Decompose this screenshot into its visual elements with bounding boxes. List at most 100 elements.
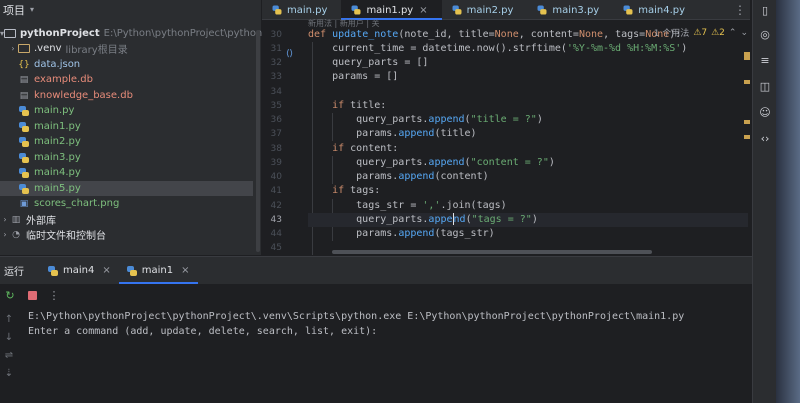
tab-main-py[interactable]: main.py	[262, 0, 341, 20]
tree-item-file[interactable]: main2.py	[0, 134, 253, 149]
python-file-icon	[351, 5, 361, 15]
tree-item-file-selected[interactable]: main5.py	[0, 181, 253, 196]
chevron-right-icon[interactable]: ›	[8, 44, 18, 53]
python-file-icon	[18, 167, 30, 178]
tree-item-file[interactable]: ▤ knowledge_base.db	[0, 88, 253, 103]
tab-main4-py[interactable]: main4.py	[613, 0, 699, 20]
python-file-icon	[48, 265, 58, 276]
run-tab-main4[interactable]: main4 ×	[40, 257, 119, 284]
python-file-icon	[126, 265, 137, 276]
code-area[interactable]: def update_note(note_id, title=None, con…	[308, 20, 748, 255]
tab-main2-py[interactable]: main2.py	[442, 0, 528, 20]
tree-item-root[interactable]: ▾ pythonProject E:\Python\pythonProject\…	[0, 26, 297, 41]
line-number: 30	[270, 30, 282, 40]
tab-label: main1.py	[366, 4, 414, 16]
tree-item-file[interactable]: main3.py	[0, 150, 253, 165]
console-output[interactable]: E:\Python\pythonProject\pythonProject\.v…	[28, 309, 684, 339]
rerun-icon[interactable]: ↻	[4, 289, 16, 302]
python-file-icon	[623, 5, 633, 15]
tree-item-label: knowledge_base.db	[34, 90, 133, 101]
line-number: 39	[270, 158, 282, 168]
notifications-icon[interactable]: ▯	[757, 2, 773, 18]
close-icon[interactable]: ×	[102, 265, 110, 276]
fold-icon[interactable]: ⟨⟩	[286, 49, 293, 59]
tree-item-file[interactable]: main4.py	[0, 165, 253, 180]
tree-item-venv[interactable]: › .venv library根目录	[0, 41, 253, 56]
database-icon[interactable]: ≡	[757, 52, 773, 68]
tree-item-label: .venv	[34, 43, 62, 54]
chevron-right-icon[interactable]: ›	[0, 230, 10, 239]
tree-item-external-libraries[interactable]: › ▥ 外部库	[0, 212, 253, 228]
tab-main3-py[interactable]: main3.py	[527, 0, 613, 20]
python-packages-icon[interactable]: ◫	[757, 78, 773, 94]
chevron-right-icon[interactable]: ›	[0, 215, 10, 224]
code-line: params.append(title)	[308, 128, 477, 139]
ai-assistant-icon[interactable]: ◎	[757, 26, 773, 42]
more-options-icon[interactable]: ⋮	[48, 289, 60, 302]
weak-warning-count[interactable]: ⚠2	[711, 28, 725, 38]
code-line: query_parts.append("content = ?")	[308, 157, 555, 168]
code-line: current_time = datetime.now().strftime('…	[308, 43, 688, 54]
run-tab-label: main4	[63, 265, 95, 276]
code-line: params = []	[308, 71, 399, 82]
code-line: if tags:	[332, 185, 381, 196]
inspections-widget[interactable]: 1 个用法 ⚠7 ⚠2 ⌃ ⌄	[654, 26, 748, 40]
project-tool-window: 项目 ▾ ▾ pythonProject E:\Python\pythonPro…	[0, 0, 297, 255]
editor-horizontal-scrollbar[interactable]	[332, 250, 652, 254]
tree-item-scratches[interactable]: › ◔ 临时文件和控制台	[0, 227, 253, 243]
python-file-icon	[272, 5, 282, 15]
folder-icon	[4, 28, 17, 39]
close-icon[interactable]: ×	[181, 265, 189, 276]
scratch-icon: ◔	[12, 229, 20, 240]
python-file-icon	[18, 152, 30, 163]
line-number: 37	[270, 129, 282, 139]
tree-item-file[interactable]: main.py	[0, 103, 253, 118]
tree-item-label: data.json	[34, 59, 81, 70]
tree-item-file[interactable]: {} data.json	[0, 57, 253, 72]
python-file-icon	[18, 136, 30, 147]
error-stripe-marker[interactable]	[744, 120, 750, 124]
python-file-icon	[537, 5, 547, 15]
error-stripe-marker[interactable]	[744, 80, 750, 84]
line-number: 34	[270, 87, 282, 97]
chevron-down-icon[interactable]: ⌄	[740, 28, 748, 38]
chevron-up-icon[interactable]: ⌃	[729, 28, 737, 38]
more-tabs-icon[interactable]: ⋮	[734, 3, 746, 17]
code-line: query_parts = []	[308, 57, 429, 68]
arrow-down-icon[interactable]: ↓	[3, 331, 15, 343]
chevron-down-icon[interactable]: ▾	[30, 5, 34, 14]
editor-tab-bar: main.py main1.py × main2.py main3.py mai…	[262, 0, 750, 20]
line-number: 45	[270, 243, 282, 253]
tree-item-label: main.py	[34, 105, 75, 116]
line-number: 44	[270, 229, 282, 239]
tree-item-file[interactable]: ▣ scores_chart.png	[0, 196, 253, 211]
folder-icon	[18, 43, 30, 54]
line-number: 33	[270, 72, 282, 82]
scroll-to-end-icon[interactable]: ⇣	[3, 367, 15, 379]
tree-item-file[interactable]: main1.py	[0, 119, 253, 134]
arrow-up-icon[interactable]: ↑	[3, 313, 15, 325]
tree-item-label: main4.py	[34, 167, 81, 178]
code-icon[interactable]: ‹›	[757, 130, 773, 146]
warning-count[interactable]: ⚠7	[693, 28, 707, 38]
json-file-icon: {}	[18, 59, 30, 70]
tab-label: main3.py	[552, 4, 600, 16]
copilot-icon[interactable]: ☺	[757, 104, 773, 120]
tab-main1-py[interactable]: main1.py ×	[341, 0, 442, 20]
console-line: E:\Python\pythonProject\pythonProject\.v…	[28, 311, 685, 322]
tree-item-label: 外部库	[26, 216, 56, 227]
project-header[interactable]: 项目 ▾	[0, 0, 261, 19]
line-number: 32	[270, 58, 282, 68]
run-title: 运行	[4, 267, 24, 278]
soft-wrap-icon[interactable]: ⇌	[3, 349, 15, 361]
close-icon[interactable]: ×	[419, 5, 427, 16]
tree-item-file[interactable]: ▤ example.db	[0, 72, 253, 87]
line-number: 42	[270, 201, 282, 211]
error-stripe-marker[interactable]	[744, 52, 750, 60]
run-side-toolbar: ↑ ↓ ⇌ ⇣	[0, 309, 18, 399]
error-stripe-marker[interactable]	[744, 135, 750, 139]
database-file-icon: ▤	[19, 90, 29, 101]
run-header: 运行 main4 × main1 ×	[0, 257, 752, 284]
run-tab-main1[interactable]: main1 ×	[118, 257, 198, 284]
stop-button[interactable]	[26, 289, 38, 301]
